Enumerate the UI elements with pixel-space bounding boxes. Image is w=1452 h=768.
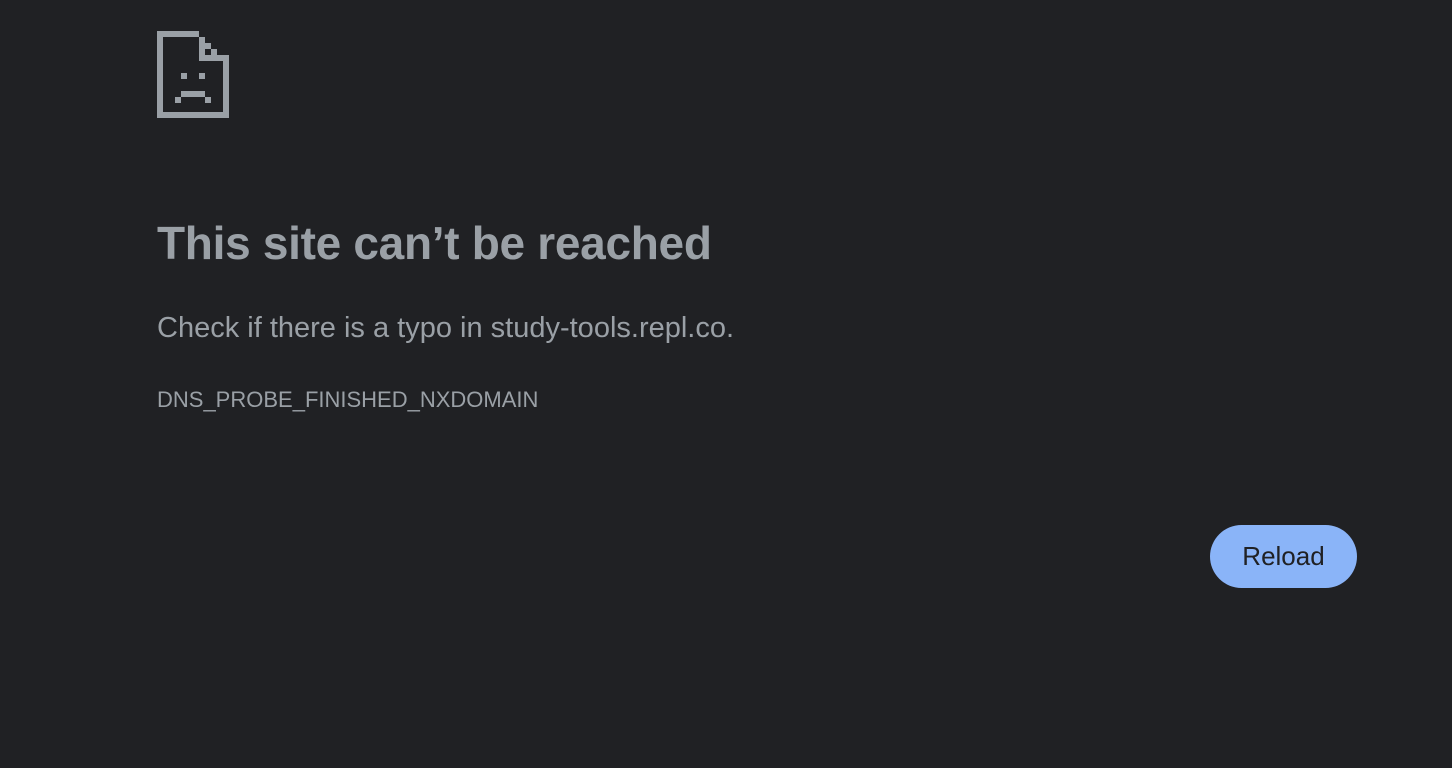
- error-code: DNS_PROBE_FINISHED_NXDOMAIN: [157, 387, 539, 412]
- page-title: This site can’t be reached: [157, 217, 712, 269]
- reload-button[interactable]: Reload: [1210, 525, 1357, 588]
- error-message: Check if there is a typo in study-tools.…: [157, 312, 735, 344]
- sad-page-icon: [157, 31, 229, 118]
